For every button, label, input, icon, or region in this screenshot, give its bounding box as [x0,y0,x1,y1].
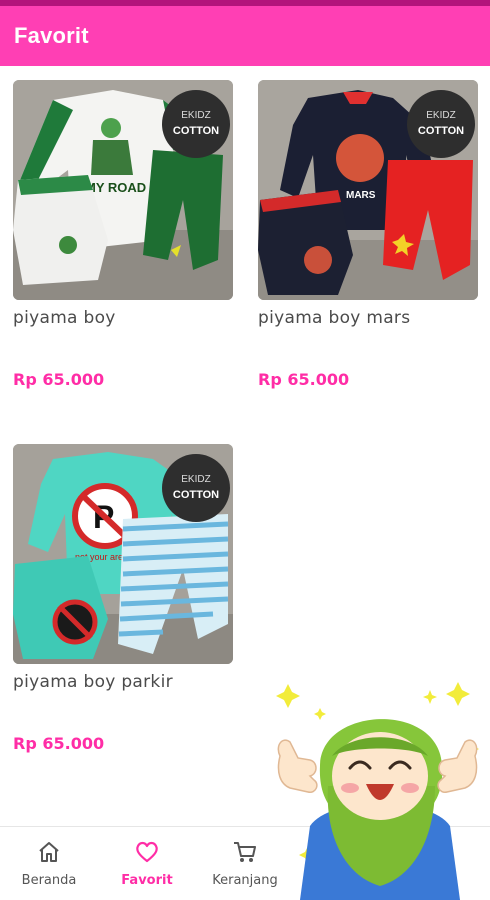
product-image[interactable]: MARS EKIDZ COTTON [258,80,478,300]
home-icon [39,842,59,862]
nav-item-pesan[interactable]: Pesan [294,839,392,888]
product-card-piyama-boy[interactable]: MY ROAD MY WAY EKIDZ COTTON piyama boy R… [13,80,233,389]
cotton-badge: EKIDZ COTTON [162,454,230,522]
product-image[interactable]: P not your area EKIDZ [13,444,233,664]
page-title: Favorit [14,23,89,48]
svg-text:EKIDZ: EKIDZ [426,110,455,121]
svg-text:EKIDZ: EKIDZ [181,110,210,121]
nav-label: Keranjang [212,873,278,888]
nav-item-favorit[interactable]: Favorit [98,839,196,888]
message-icon [333,843,353,862]
cotton-badge: EKIDZ COTTON [407,90,475,158]
product-name[interactable]: piyama boy parkir [13,672,233,692]
product-price: Rp 65.000 [13,370,105,389]
svg-text:COTTON: COTTON [173,125,219,137]
product-price: Rp 65.000 [13,734,105,753]
svg-text:COTTON: COTTON [173,489,219,501]
nav-item-keranjang[interactable]: Keranjang [196,839,294,888]
app-bar: Favorit [0,6,490,66]
shirt-print-text: MARS [346,190,376,201]
svg-text:EKIDZ: EKIDZ [181,474,210,485]
nav-label: Pesan [323,873,363,888]
product-card-piyama-boy-parkir[interactable]: P not your area EKIDZ [13,444,233,753]
nav-label: Favorit [121,873,173,888]
product-image[interactable]: MY ROAD MY WAY EKIDZ COTTON [13,80,233,300]
product-name[interactable]: piyama boy [13,308,233,328]
product-price: Rp 65.000 [258,370,350,389]
svg-text:COTTON: COTTON [418,125,464,137]
cotton-badge: EKIDZ COTTON [162,90,230,158]
nav-label: Beranda [21,873,77,888]
heart-icon [136,841,158,863]
bottom-navigation: Beranda Favorit Keranjang Pesan Akun [0,826,490,900]
nav-item-akun[interactable]: Akun [392,839,490,888]
nav-label: Akun [424,873,458,888]
product-name[interactable]: piyama boy mars [258,308,478,328]
cart-icon [234,842,256,862]
product-card-piyama-boy-mars[interactable]: MARS EKIDZ COTTON piyama boy mars Rp 65.… [258,80,478,389]
account-icon [430,841,452,863]
nav-item-beranda[interactable]: Beranda [0,839,98,888]
